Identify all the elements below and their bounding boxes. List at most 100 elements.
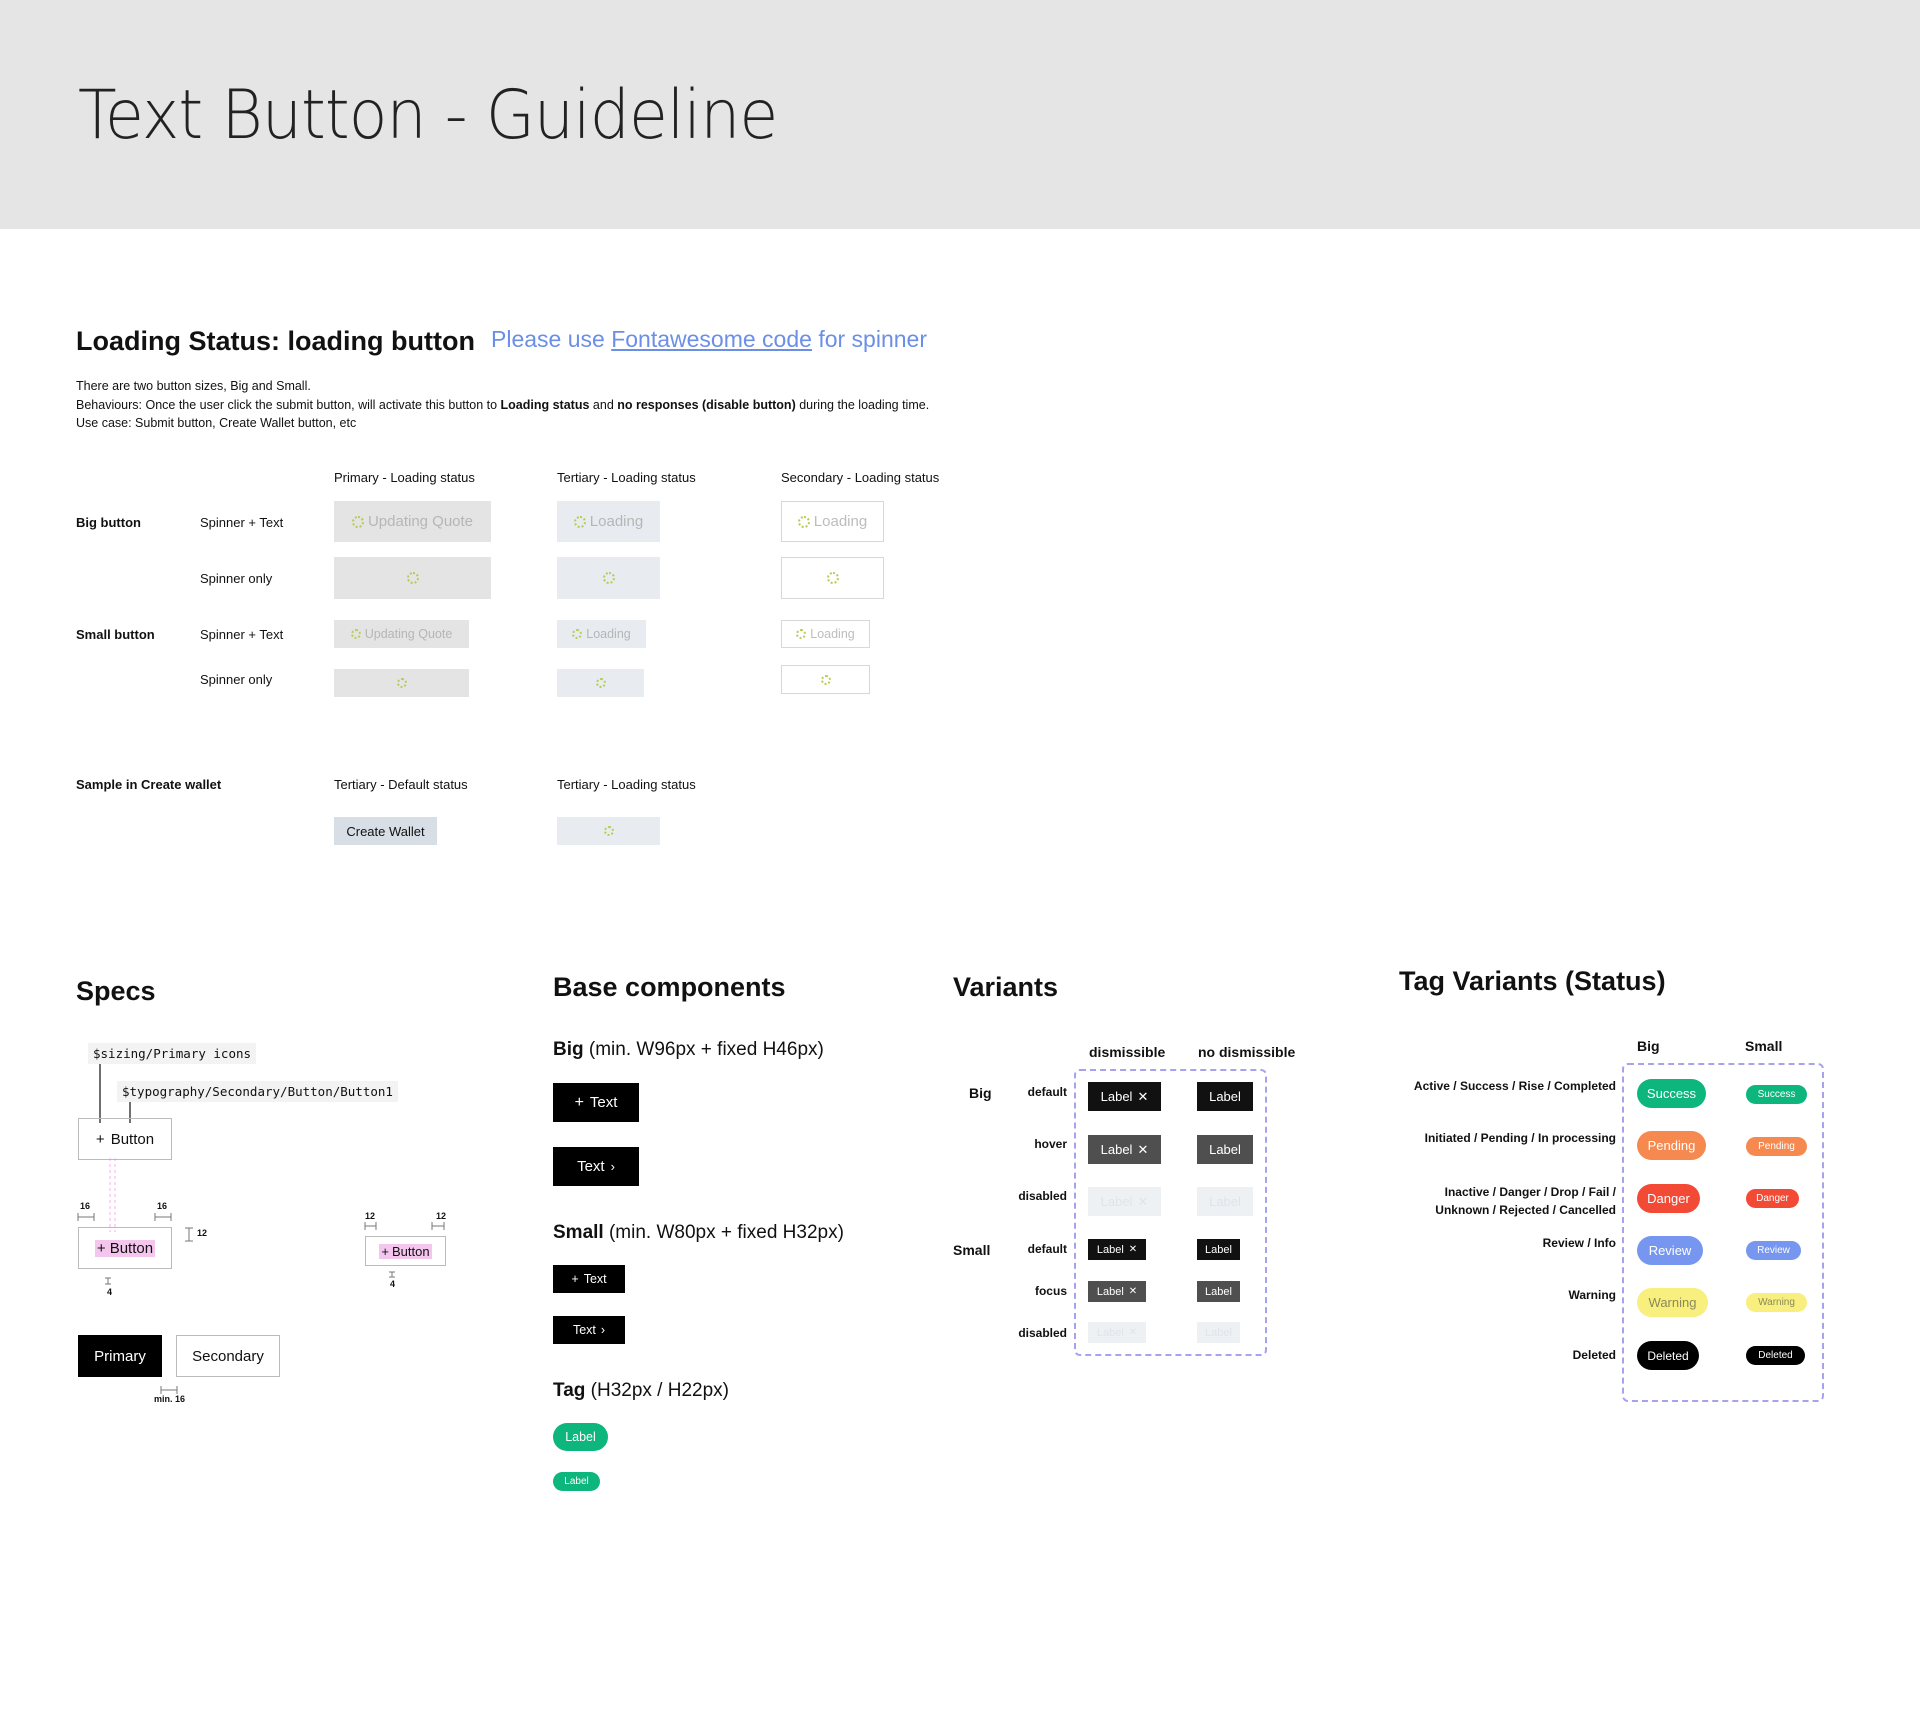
primary-spinner-small-button[interactable] (334, 669, 469, 697)
col-tertiary-loading: Tertiary - Loading status (557, 470, 696, 485)
spinner-icon (826, 572, 839, 584)
primary-button[interactable]: Primary (78, 1335, 162, 1377)
plus-icon: + (381, 1243, 389, 1259)
spec-dim-right: 16 (157, 1201, 168, 1211)
big-dismissible-disabled: Label ✕ (1088, 1187, 1161, 1216)
plus-icon: + (574, 1093, 584, 1111)
small-dismissible-default[interactable]: Label ✕ (1088, 1239, 1146, 1260)
tag-small-label: Label (553, 1472, 600, 1491)
base-big-heading: Big (min. W96px + fixed H46px) (553, 1039, 824, 1060)
tertiary-spinner-big-button[interactable] (557, 557, 660, 599)
page-title: Text Button - Guideline (78, 76, 778, 155)
secondary-button[interactable]: Secondary (176, 1335, 280, 1377)
close-icon[interactable]: ✕ (1129, 1244, 1137, 1255)
variants-title: Variants (953, 972, 1059, 1002)
col-tertiary-loading-sample: Tertiary - Loading status (557, 777, 696, 792)
tag-desc-pending: Initiated / Pending / In processing (1424, 1131, 1616, 1145)
close-icon[interactable]: ✕ (1129, 1286, 1137, 1297)
tag-small-danger: Danger (1746, 1189, 1799, 1208)
loading-description: There are two button sizes, Big and Smal… (76, 377, 929, 433)
tag-big-success: Success (1637, 1079, 1706, 1108)
plus-icon: + (95, 1130, 105, 1148)
chevron-right-icon: › (600, 1323, 606, 1337)
variants-small-label: Small (953, 1242, 991, 1258)
spinner-icon (820, 674, 831, 685)
spinner-note-prefix: Please use (491, 326, 612, 352)
row-spinner-only-small: Spinner only (200, 672, 273, 687)
big-nodismiss-default[interactable]: Label (1197, 1082, 1253, 1111)
tag-col-big: Big (1637, 1038, 1660, 1054)
big-text-chevron-button[interactable]: Text › (553, 1147, 639, 1186)
close-icon[interactable]: ✕ (1137, 1089, 1148, 1105)
state-disabled-small: disabled (1018, 1326, 1067, 1340)
state-disabled-big: disabled (1018, 1189, 1067, 1203)
tag-col-small: Small (1745, 1038, 1783, 1054)
create-wallet-loading-button[interactable] (557, 817, 660, 845)
primary-spinner-big-button[interactable] (334, 557, 491, 599)
close-icon[interactable]: ✕ (1137, 1142, 1148, 1158)
tag-small-warning: Warning (1746, 1293, 1807, 1312)
small-dismissible-focus[interactable]: Label ✕ (1088, 1281, 1146, 1302)
base-components-title: Base components (553, 972, 786, 1002)
tertiary-loading-small-button[interactable]: Loading (557, 620, 646, 648)
spinner-icon (351, 515, 364, 528)
big-dismissible-hover[interactable]: Label ✕ (1088, 1135, 1161, 1164)
spinner-note-suffix: for spinner (811, 326, 927, 352)
col-tertiary-default: Tertiary - Default status (334, 777, 468, 792)
small-text-chevron-button[interactable]: Text › (553, 1316, 625, 1344)
tag-desc-success: Active / Success / Rise / Completed (1413, 1079, 1616, 1093)
spec-button-measured-small: + Button (365, 1236, 446, 1266)
primary-loading-big-button[interactable]: Updating Quote (334, 501, 491, 542)
big-plus-text-button[interactable]: + Text (553, 1083, 639, 1122)
primary-loading-small-button[interactable]: Updating Quote (334, 620, 469, 648)
tag-small-pending: Pending (1746, 1137, 1807, 1156)
spec-dim-small-bottom: 4 (390, 1279, 396, 1289)
sample-create-wallet-label: Sample in Create wallet (76, 777, 222, 792)
spinner-icon (396, 678, 407, 688)
tag-desc-warning: Warning (1568, 1288, 1616, 1302)
tertiary-spinner-small-button[interactable] (557, 669, 644, 697)
tag-desc-review: Review / Info (1542, 1236, 1616, 1250)
big-nodismiss-disabled: Label (1197, 1187, 1253, 1216)
small-plus-text-button[interactable]: + Text (553, 1265, 625, 1293)
secondary-loading-big-button[interactable]: Loading (781, 501, 884, 542)
spinner-icon (350, 629, 361, 639)
spinner-icon (602, 572, 615, 584)
big-dismissible-default[interactable]: Label ✕ (1088, 1082, 1161, 1111)
tertiary-loading-big-button[interactable]: Loading (557, 501, 660, 542)
create-wallet-button[interactable]: Create Wallet (334, 817, 437, 845)
desc-line-1: There are two button sizes, Big and Smal… (76, 379, 311, 393)
spec-highlight: + Button (94, 1239, 156, 1257)
plus-icon: + (96, 1239, 106, 1257)
desc-line-2: Behaviours: Once the user click the subm… (76, 397, 930, 412)
col-dismissible: dismissible (1089, 1044, 1166, 1060)
tag-small-success: Success (1746, 1085, 1807, 1104)
secondary-spinner-small-button[interactable] (781, 665, 870, 694)
plus-icon: + (571, 1272, 579, 1286)
secondary-spinner-big-button[interactable] (781, 557, 884, 599)
tag-big-review: Review (1637, 1236, 1703, 1265)
spinner-icon (797, 515, 810, 528)
spinner-icon (572, 629, 583, 639)
secondary-loading-small-button[interactable]: Loading (781, 620, 870, 648)
spinner-icon (796, 629, 807, 639)
chevron-right-icon: › (610, 1159, 615, 1174)
small-nodismiss-default[interactable]: Label (1197, 1239, 1240, 1260)
close-icon: ✕ (1137, 1193, 1149, 1209)
base-small-heading: Small (min. W80px + fixed H32px) (553, 1222, 844, 1243)
small-nodismiss-disabled: Label (1197, 1322, 1240, 1343)
tag-desc-danger: Inactive / Danger / Drop / Fail / Unknown… (1435, 1185, 1616, 1217)
row-spinner-only: Spinner only (200, 571, 273, 586)
spec-dim-bottom: 4 (107, 1287, 113, 1297)
spinner-icon (406, 572, 419, 584)
small-nodismiss-focus[interactable]: Label (1197, 1281, 1240, 1302)
tag-small-review: Review (1746, 1241, 1801, 1260)
loading-section-title: Loading Status: loading button (76, 326, 475, 356)
row-small-button: Small button (76, 627, 155, 642)
big-nodismiss-hover[interactable]: Label (1197, 1135, 1253, 1164)
spec-dim-left: 16 (80, 1201, 91, 1211)
page-header: Text Button - Guideline (0, 0, 1920, 229)
fontawesome-link[interactable]: Fontawesome code (611, 326, 812, 352)
tag-big-label: Label (553, 1423, 608, 1451)
state-default-small: default (1027, 1242, 1067, 1256)
